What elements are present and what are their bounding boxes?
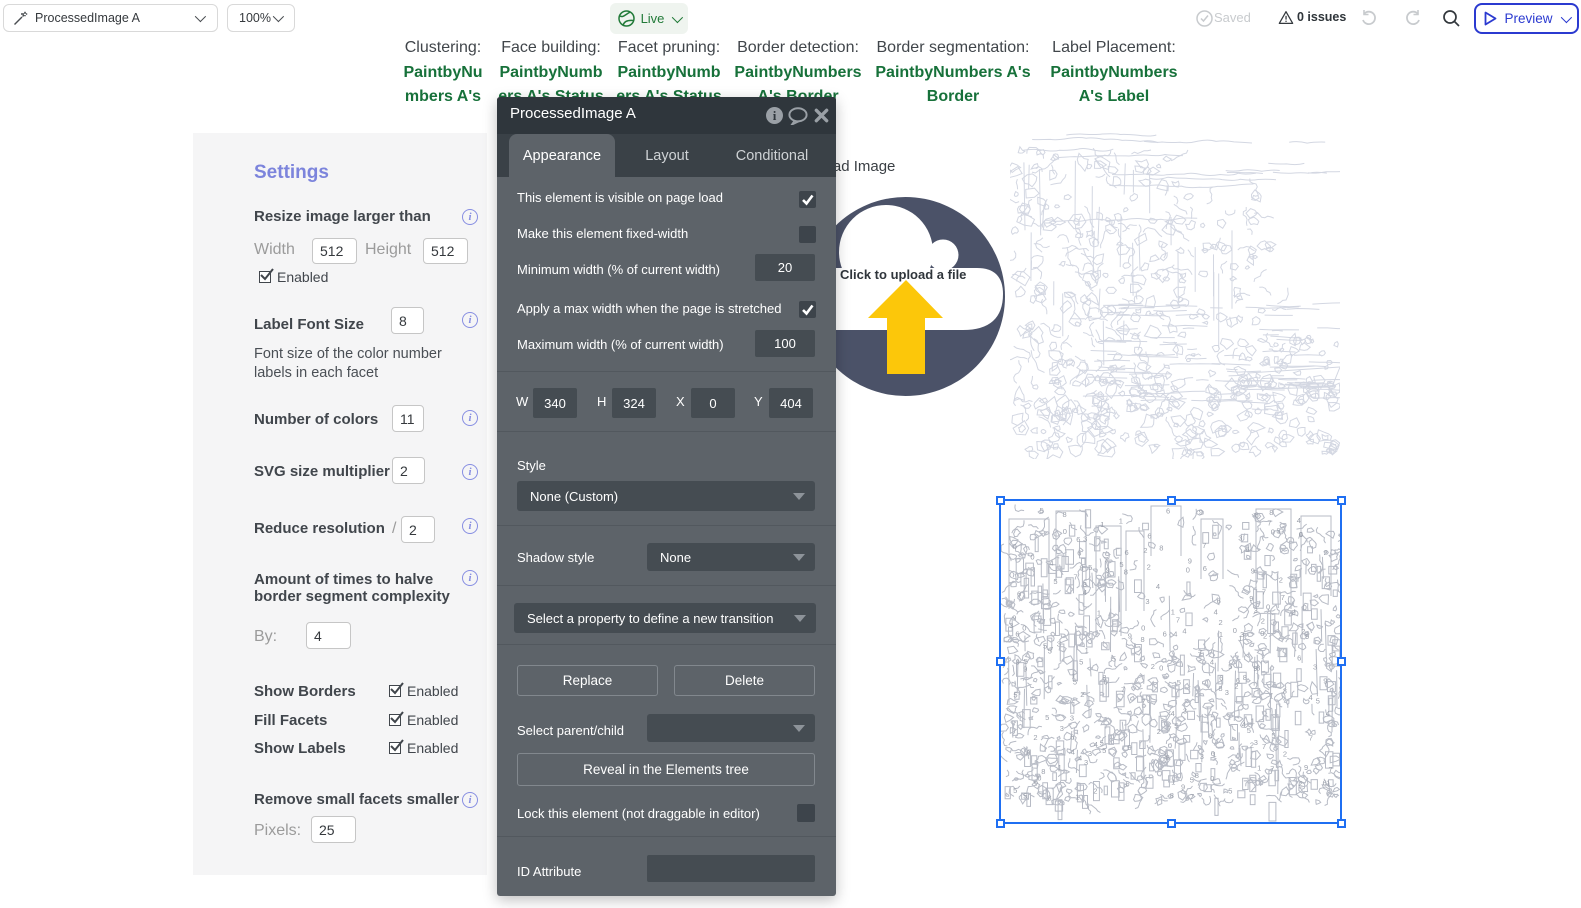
svg-text:i: i <box>773 108 777 123</box>
